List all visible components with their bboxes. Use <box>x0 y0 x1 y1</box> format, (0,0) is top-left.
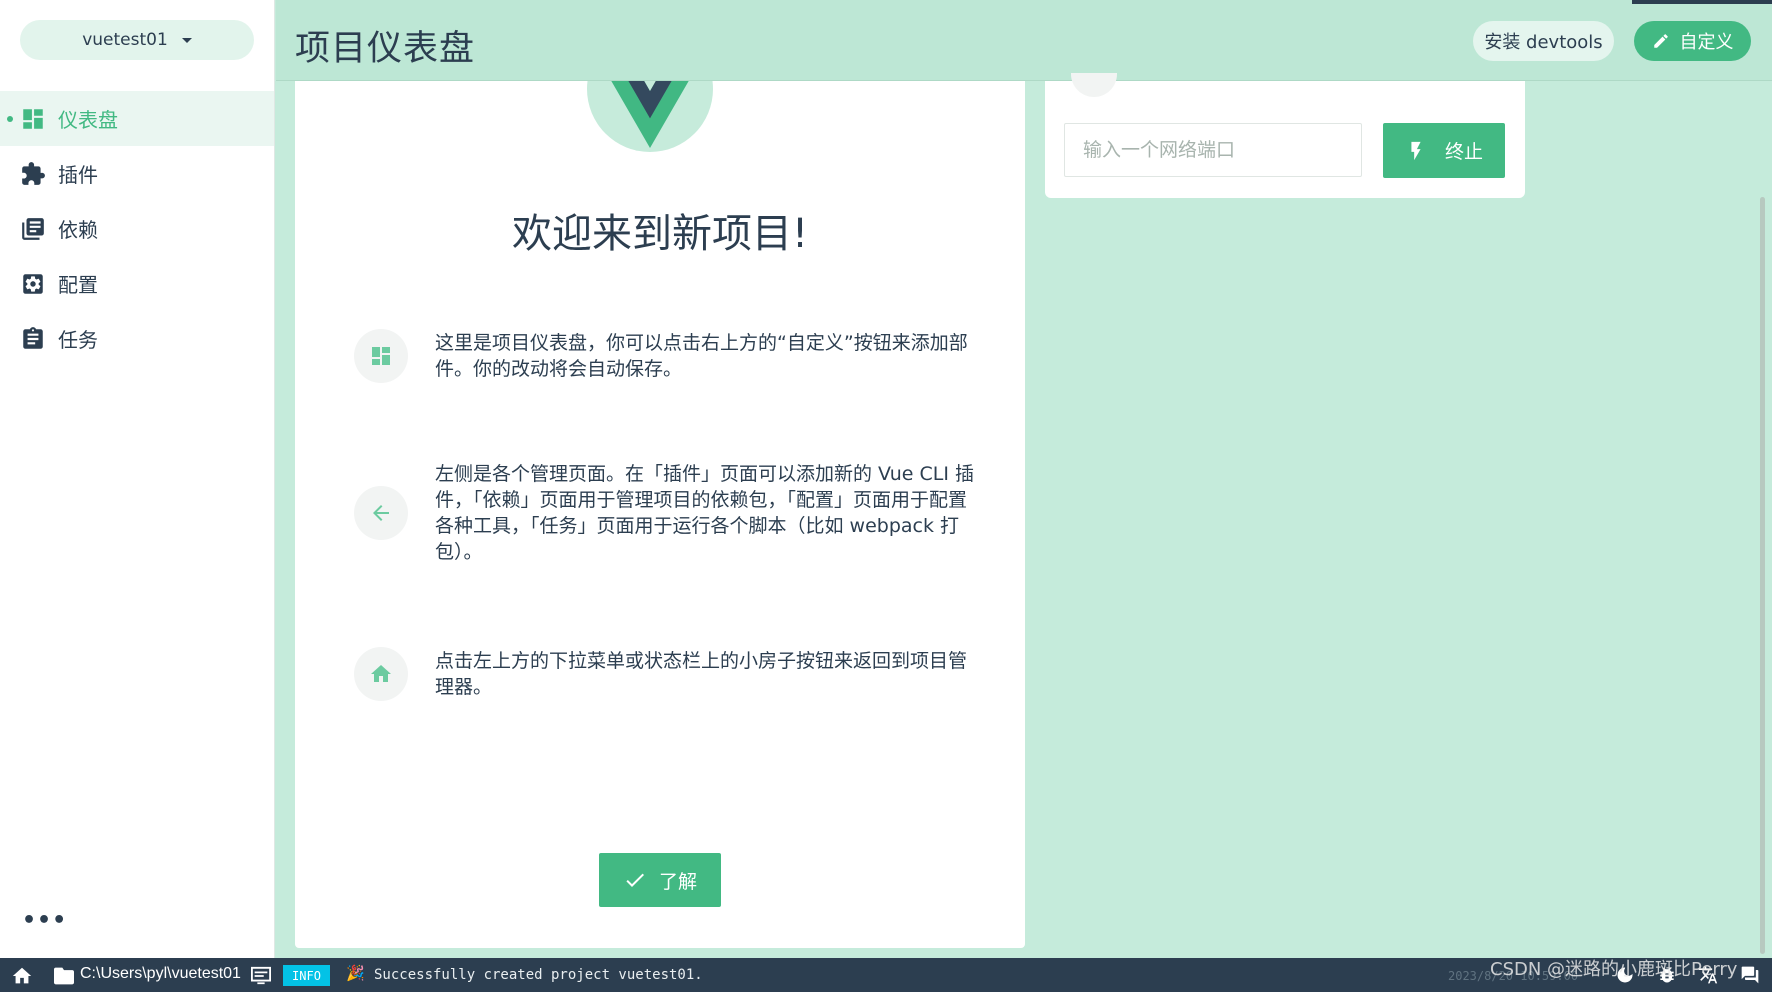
sidebar: vuetest01 仪表盘 插件 依赖 配置 任务 ••• <box>0 0 275 958</box>
tip-text: 这里是项目仪表盘，你可以点击右上方的“自定义”按钮来添加部件。你的改动将会自动保… <box>435 332 968 380</box>
tip-text: 点击左上方的下拉菜单或状态栏上的小房子按钮来返回到项目管理器。 <box>435 650 968 698</box>
more-options-icon[interactable]: ••• <box>22 908 67 933</box>
tip-item: 左侧是各个管理页面。在「插件」页面可以添加新的 Vue CLI 插件，「依赖」页… <box>354 461 974 565</box>
window-top-edge <box>1632 0 1772 4</box>
caret-down-icon <box>181 37 192 43</box>
home-icon <box>354 647 408 701</box>
clipboard-icon <box>20 326 46 352</box>
sidebar-item-label: 任务 <box>58 328 98 352</box>
port-input[interactable] <box>1064 123 1362 177</box>
sidebar-item-label: 配置 <box>58 273 98 297</box>
dashboard-icon <box>20 106 46 132</box>
pencil-icon <box>1653 34 1668 48</box>
vue-logo-icon <box>611 81 689 148</box>
project-switcher-dropdown[interactable]: vuetest01 <box>20 20 254 60</box>
kill-port-button[interactable]: 终止 <box>1383 123 1505 178</box>
widget-icon-circle <box>1071 73 1117 97</box>
log-level-badge: INFO <box>283 965 330 986</box>
got-it-button[interactable]: 了解 <box>599 853 721 907</box>
sidebar-item-dependencies[interactable]: 依赖 <box>0 201 274 256</box>
page-title: 项目仪表盘 <box>295 29 476 69</box>
sidebar-item-tasks[interactable]: 任务 <box>0 311 274 366</box>
last-log-message[interactable]: Successfully created project vuetest01. <box>374 967 703 983</box>
welcome-title: 欢迎来到新项目! <box>511 211 809 257</box>
vue-logo <box>587 81 713 152</box>
party-popper-icon: 🎉 <box>346 964 365 982</box>
sidebar-item-plugins[interactable]: 插件 <box>0 146 274 201</box>
tip-text: 左侧是各个管理页面。在「插件」页面可以添加新的 Vue CLI 插件，「依赖」页… <box>435 463 975 563</box>
home-icon[interactable] <box>11 965 33 987</box>
kill-port-button-label: 终止 <box>1444 141 1483 163</box>
sidebar-item-label: 仪表盘 <box>58 108 118 132</box>
got-it-button-label: 了解 <box>658 870 697 893</box>
tip-item: 这里是项目仪表盘，你可以点击右上方的“自定义”按钮来添加部件。你的改动将会自动保… <box>354 329 974 383</box>
customize-button[interactable]: 自定义 <box>1634 21 1751 61</box>
page-scrollbar[interactable] <box>1760 197 1765 954</box>
dashboard-icon <box>354 329 408 383</box>
report-issue-icon[interactable] <box>1740 965 1760 985</box>
arrow-left-icon <box>354 486 408 540</box>
sidebar-nav: 仪表盘 插件 依赖 配置 任务 <box>0 91 274 366</box>
library-books-icon <box>20 216 46 242</box>
top-header: 项目仪表盘 安装 devtools 自定义 <box>276 0 1772 81</box>
sidebar-item-label: 插件 <box>58 163 98 187</box>
console-log-icon[interactable] <box>250 966 272 986</box>
sidebar-item-configuration[interactable]: 配置 <box>0 256 274 311</box>
project-path[interactable]: C:\Users\pyl\vuetest01 <box>80 965 241 983</box>
settings-box-icon <box>20 271 46 297</box>
welcome-widget: 欢迎来到新项目! 这里是项目仪表盘，你可以点击右上方的“自定义”按钮来添加部件。… <box>295 81 1025 948</box>
install-devtools-button[interactable]: 安装 devtools <box>1473 21 1614 61</box>
kill-port-widget: 终止 <box>1045 73 1525 198</box>
check-icon <box>626 873 644 887</box>
csdn-watermark: CSDN @迷路的小鹿斑比Perry <box>1490 959 1738 980</box>
project-name: vuetest01 <box>82 30 168 50</box>
sidebar-item-label: 依赖 <box>58 218 98 242</box>
tip-item: 点击左上方的下拉菜单或状态栏上的小房子按钮来返回到项目管理器。 <box>354 647 974 701</box>
sidebar-item-dashboard[interactable]: 仪表盘 <box>0 91 274 146</box>
customize-button-label: 自定义 <box>1679 32 1734 53</box>
flash-icon <box>1411 141 1421 160</box>
folder-icon <box>54 967 74 985</box>
puzzle-icon <box>20 161 46 187</box>
